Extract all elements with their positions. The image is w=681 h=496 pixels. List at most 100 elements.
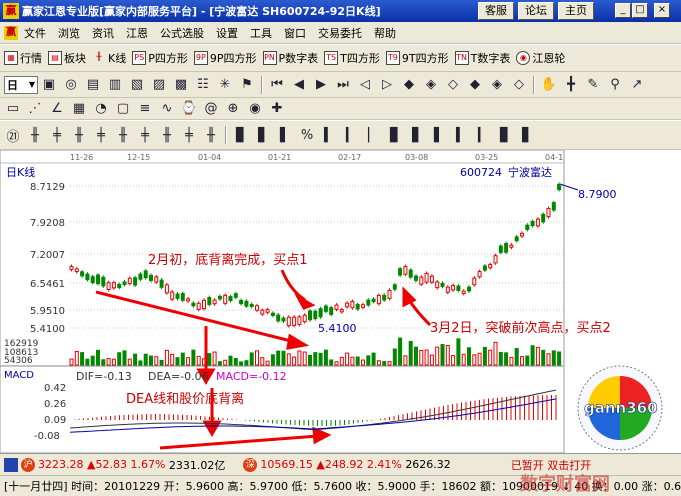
volume-bar — [255, 350, 259, 366]
menu-help[interactable]: 帮助 — [368, 25, 402, 41]
minimize-icon[interactable]: _ — [615, 3, 631, 18]
maximize-icon[interactable]: □ — [632, 3, 648, 18]
doc-icon[interactable]: ▧ — [128, 76, 146, 94]
vbar5-icon[interactable]: ▎ — [342, 126, 360, 144]
bars2-icon[interactable]: ╪ — [48, 126, 66, 144]
first-icon[interactable]: ⏮ — [268, 76, 286, 94]
grid-icon[interactable] — [4, 457, 18, 472]
calc-icon[interactable]: ▩ — [172, 76, 190, 94]
zoom-icon[interactable]: ⚲ — [606, 76, 624, 94]
fan-icon[interactable]: ⋰ — [26, 100, 44, 118]
diamond5-icon[interactable]: ◈ — [488, 76, 506, 94]
vbar12-icon[interactable]: ▊ — [496, 126, 514, 144]
diamond4-icon[interactable]: ◆ — [466, 76, 484, 94]
menu-gann[interactable]: 江恩 — [120, 25, 154, 41]
bars7-icon[interactable]: ╫ — [158, 126, 176, 144]
period-select[interactable]: 日 ▼ — [4, 75, 38, 94]
vbar3-icon[interactable]: ▌ — [276, 126, 294, 144]
grid2-icon[interactable]: ▦ — [70, 100, 88, 118]
vbar8-icon[interactable]: ▋ — [408, 126, 426, 144]
flag-icon[interactable]: ⚑ — [238, 76, 256, 94]
clock-icon[interactable]: ◎ — [62, 76, 80, 94]
angle-icon[interactable]: ∠ — [48, 100, 66, 118]
vbar-icon[interactable]: ▊ — [232, 126, 250, 144]
chart-icon[interactable]: ▤ — [84, 76, 102, 94]
diamond6-icon[interactable]: ◇ — [510, 76, 528, 94]
bars3-icon[interactable]: ╫ — [70, 126, 88, 144]
menu-info[interactable]: 资讯 — [86, 25, 120, 41]
app-menu-icon[interactable]: 赢 — [4, 25, 18, 40]
kline-button[interactable]: ╫ K线 — [92, 50, 127, 66]
customer-service-button[interactable]: 客服 — [478, 2, 514, 20]
hand-icon[interactable]: ✋ — [540, 76, 558, 94]
t-number-table-button[interactable]: TN T数字表 — [454, 50, 510, 66]
vbar10-icon[interactable]: ▍ — [452, 126, 470, 144]
vbar13-icon[interactable]: ▋ — [518, 126, 536, 144]
p-number-table-button[interactable]: PN P数字表 — [262, 50, 318, 66]
book2-icon[interactable]: ▨ — [150, 76, 168, 94]
wave-icon[interactable]: ∿ — [158, 100, 176, 118]
forum-button[interactable]: 论坛 — [518, 2, 554, 20]
bars4-icon[interactable]: ╪ — [92, 126, 110, 144]
menu-tools[interactable]: 工具 — [244, 25, 278, 41]
menu-trade[interactable]: 交易委托 — [312, 25, 368, 41]
9p-square-button[interactable]: 9P 9P四方形 — [193, 50, 257, 66]
mark-icon[interactable]: ✚ — [268, 100, 286, 118]
volume-bar — [159, 359, 164, 366]
quotes-button[interactable]: ▦ 行情 — [4, 50, 42, 66]
percent-icon[interactable]: % — [298, 126, 316, 144]
crosshair-icon[interactable]: ╋ — [562, 76, 580, 94]
menu-browse[interactable]: 浏览 — [52, 25, 86, 41]
vbar4-icon[interactable]: ▍ — [320, 126, 338, 144]
bars8-icon[interactable]: ╪ — [180, 126, 198, 144]
magnify-icon[interactable]: ⊕ — [224, 100, 242, 118]
candle — [276, 314, 281, 322]
bars9-icon[interactable]: ╫ — [202, 126, 220, 144]
book-icon[interactable]: ▥ — [106, 76, 124, 94]
vbar9-icon[interactable]: ▌ — [430, 126, 448, 144]
trend-icon[interactable]: ↗ — [628, 76, 646, 94]
diamond-icon[interactable]: ◆ — [400, 76, 418, 94]
sector-button[interactable]: ▤ 板块 — [48, 50, 86, 66]
menu-settings[interactable]: 设置 — [210, 25, 244, 41]
fib-icon[interactable]: ≡ — [136, 100, 154, 118]
menu-formula[interactable]: 公式选股 — [154, 25, 210, 41]
kline-chart[interactable]: 11-26 12-15 01-04 01-21 02-17 03-08 03-2… — [0, 150, 681, 453]
ruler-icon[interactable]: ▭ — [4, 100, 22, 118]
vbar6-icon[interactable]: ▏ — [364, 126, 382, 144]
diamond3-icon[interactable]: ◇ — [444, 76, 462, 94]
volume-bar — [313, 352, 318, 366]
square-icon[interactable]: ▣ — [40, 76, 58, 94]
time-icon[interactable]: ⌚ — [180, 100, 198, 118]
close-icon[interactable]: × — [654, 3, 670, 18]
right-icon[interactable]: ▷ — [378, 76, 396, 94]
diamond2-icon[interactable]: ◈ — [422, 76, 440, 94]
homepage-button[interactable]: 主页 — [558, 2, 594, 20]
calendar-icon[interactable]: ㉑ — [4, 126, 22, 145]
p-square-button[interactable]: PS P四方形 — [132, 50, 188, 66]
chart-area[interactable]: 11-26 12-15 01-04 01-21 02-17 03-08 03-2… — [0, 150, 681, 453]
left-icon[interactable]: ◁ — [356, 76, 374, 94]
9t-square-button[interactable]: T9 9T四方形 — [385, 50, 449, 66]
prev-icon[interactable]: ◀ — [290, 76, 308, 94]
box-icon[interactable]: ▢ — [114, 100, 132, 118]
menu-file[interactable]: 文件 — [18, 25, 52, 41]
next-icon[interactable]: ▶ — [312, 76, 330, 94]
bars-icon[interactable]: ╫ — [26, 126, 44, 144]
gann-wheel-button[interactable]: ◉ 江恩轮 — [516, 50, 565, 66]
menu-window[interactable]: 窗口 — [278, 25, 312, 41]
bars5-icon[interactable]: ╫ — [114, 126, 132, 144]
vbar11-icon[interactable]: ▎ — [474, 126, 492, 144]
t-square-button[interactable]: TS T四方形 — [324, 50, 380, 66]
spiral-icon[interactable]: @ — [202, 100, 220, 118]
last-icon[interactable]: ⏭ — [334, 76, 352, 94]
list-icon[interactable]: ☷ — [194, 76, 212, 94]
bars6-icon[interactable]: ╪ — [136, 126, 154, 144]
vbar2-icon[interactable]: ▋ — [254, 126, 272, 144]
eye-icon[interactable]: ◉ — [246, 100, 264, 118]
pen-icon[interactable]: ✎ — [584, 76, 602, 94]
vbar7-icon[interactable]: ▊ — [386, 126, 404, 144]
cycle-icon[interactable]: ◔ — [92, 100, 110, 118]
star-icon[interactable]: ✳ — [216, 76, 234, 94]
candle — [281, 317, 286, 322]
